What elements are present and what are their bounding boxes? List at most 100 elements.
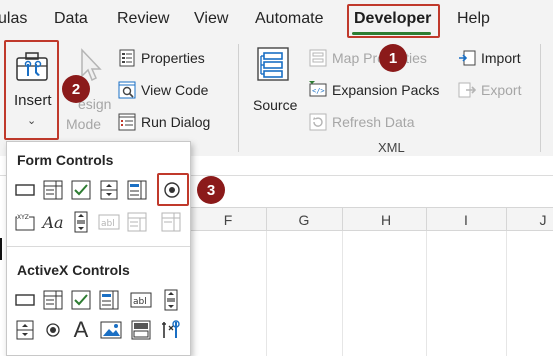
svg-text:XYZ: XYZ — [17, 214, 29, 221]
image-icon — [100, 320, 122, 340]
command-button-icon — [15, 293, 35, 307]
image-activex-control[interactable] — [99, 318, 123, 342]
option-button-activex-control[interactable] — [41, 318, 65, 342]
list-box-icon — [99, 290, 119, 310]
insert-label: Insert — [14, 92, 52, 109]
refresh-data-icon — [309, 113, 327, 131]
tab-data[interactable]: Data — [54, 10, 88, 28]
text-box-activex-control[interactable]: abl — [129, 288, 153, 312]
spin-button-icon — [16, 320, 34, 340]
group-box-form-control[interactable]: XYZ — [13, 210, 37, 234]
column-header-h[interactable]: H — [376, 212, 396, 228]
run-dialog-label: Run Dialog — [141, 114, 211, 130]
combo-list-edit-form-control[interactable] — [125, 210, 149, 234]
dropdown-divider — [7, 246, 190, 247]
ribbon-separator — [540, 44, 541, 152]
combo-box-form-control[interactable] — [41, 178, 65, 202]
import-button[interactable]: Import — [458, 49, 521, 67]
column-grid — [190, 231, 553, 356]
checkbox-form-control[interactable] — [69, 178, 93, 202]
sheet-cell-fragment — [0, 238, 6, 260]
toggle-button-activex-control[interactable] — [129, 318, 153, 342]
option-button-highlight — [157, 173, 189, 206]
tab-formulas[interactable]: ulas — [0, 10, 27, 28]
list-box-form-control[interactable] — [125, 178, 149, 202]
combo-drop-down-edit-form-control[interactable] — [159, 210, 183, 234]
svg-text:abl: abl — [133, 297, 147, 307]
scroll-bar-activex-control[interactable] — [159, 288, 183, 312]
expansion-packs-label: Expansion Packs — [332, 82, 440, 98]
label-form-control[interactable]: Aa — [41, 210, 65, 234]
scroll-bar-form-control[interactable] — [69, 210, 93, 234]
run-dialog-icon — [118, 113, 136, 131]
design-mode-label-bottom: Mode — [66, 116, 102, 132]
chevron-down-icon: ⌄ — [27, 115, 37, 127]
source-button[interactable]: Source — [250, 44, 302, 114]
toggle-button-icon — [131, 320, 151, 340]
combo-list-edit-icon — [127, 212, 147, 232]
step-badge-2: 2 — [62, 75, 90, 103]
column-header-row: F G H I J — [190, 207, 553, 231]
option-button-icon — [45, 322, 61, 338]
command-button-activex-control[interactable] — [13, 288, 37, 312]
more-controls-activex-control[interactable] — [159, 318, 183, 342]
label-activex-control[interactable]: A — [69, 317, 93, 342]
column-header-j[interactable]: J — [533, 212, 553, 228]
export-button[interactable]: Export — [458, 81, 521, 99]
developer-tab-highlight — [347, 4, 440, 38]
combo-box-activex-control[interactable] — [41, 288, 65, 312]
scroll-bar-icon — [74, 211, 88, 233]
tab-automate[interactable]: Automate — [255, 10, 323, 28]
button-icon — [15, 183, 35, 197]
svg-text:abl: abl — [101, 219, 115, 229]
properties-button[interactable]: Properties — [118, 49, 205, 67]
tab-help[interactable]: Help — [457, 10, 490, 28]
checkbox-activex-control[interactable] — [69, 288, 93, 312]
expansion-packs-button[interactable]: </> Expansion Packs — [309, 81, 439, 99]
ribbon-separator — [238, 44, 239, 152]
combo-drop-down-edit-icon — [161, 212, 181, 232]
view-code-button[interactable]: View Code — [118, 81, 208, 99]
scroll-bar-icon — [164, 289, 178, 311]
column-header-i[interactable]: I — [456, 212, 476, 228]
tab-view[interactable]: View — [194, 10, 228, 28]
spin-button-form-control[interactable] — [97, 178, 121, 202]
step-badge-3: 3 — [197, 176, 225, 204]
view-code-icon — [118, 81, 136, 99]
refresh-data-button[interactable]: Refresh Data — [309, 113, 414, 131]
expansion-packs-icon: </> — [309, 81, 327, 99]
insert-button[interactable]: Insert ⌄ — [4, 40, 59, 140]
xml-group-label: XML — [378, 140, 405, 155]
checkbox-icon — [71, 180, 91, 200]
import-icon — [458, 49, 476, 67]
list-box-icon — [127, 180, 147, 200]
ribbon-tab-bar: ulas Data Review View Automate Developer… — [0, 0, 553, 38]
properties-icon — [118, 49, 136, 67]
column-divider — [506, 208, 507, 231]
column-divider — [266, 208, 267, 231]
combo-box-icon — [43, 290, 63, 310]
text-field-icon: abl — [98, 213, 120, 231]
spin-button-activex-control[interactable] — [13, 318, 37, 342]
tab-review[interactable]: Review — [117, 10, 169, 28]
svg-text:</>: </> — [312, 87, 325, 95]
list-box-activex-control[interactable] — [97, 288, 121, 312]
source-label: Source — [253, 97, 298, 113]
text-field-form-control[interactable]: abl — [97, 210, 121, 234]
activex-controls-heading: ActiveX Controls — [17, 262, 130, 278]
label-icon: A — [73, 317, 89, 342]
export-icon — [458, 81, 477, 99]
map-properties-icon — [309, 49, 327, 67]
export-label: Export — [481, 82, 522, 98]
map-properties-button[interactable]: Map Properties — [309, 49, 427, 67]
column-header-g[interactable]: G — [294, 212, 314, 228]
view-code-label: View Code — [141, 82, 209, 98]
column-header-f[interactable]: F — [218, 212, 238, 228]
checkbox-icon — [71, 290, 91, 310]
form-controls-heading: Form Controls — [17, 152, 114, 168]
column-divider — [342, 208, 343, 231]
button-form-control[interactable] — [13, 178, 37, 202]
run-dialog-button[interactable]: Run Dialog — [118, 113, 210, 131]
step-badge-1: 1 — [379, 44, 407, 72]
text-box-icon: abl — [130, 291, 152, 309]
